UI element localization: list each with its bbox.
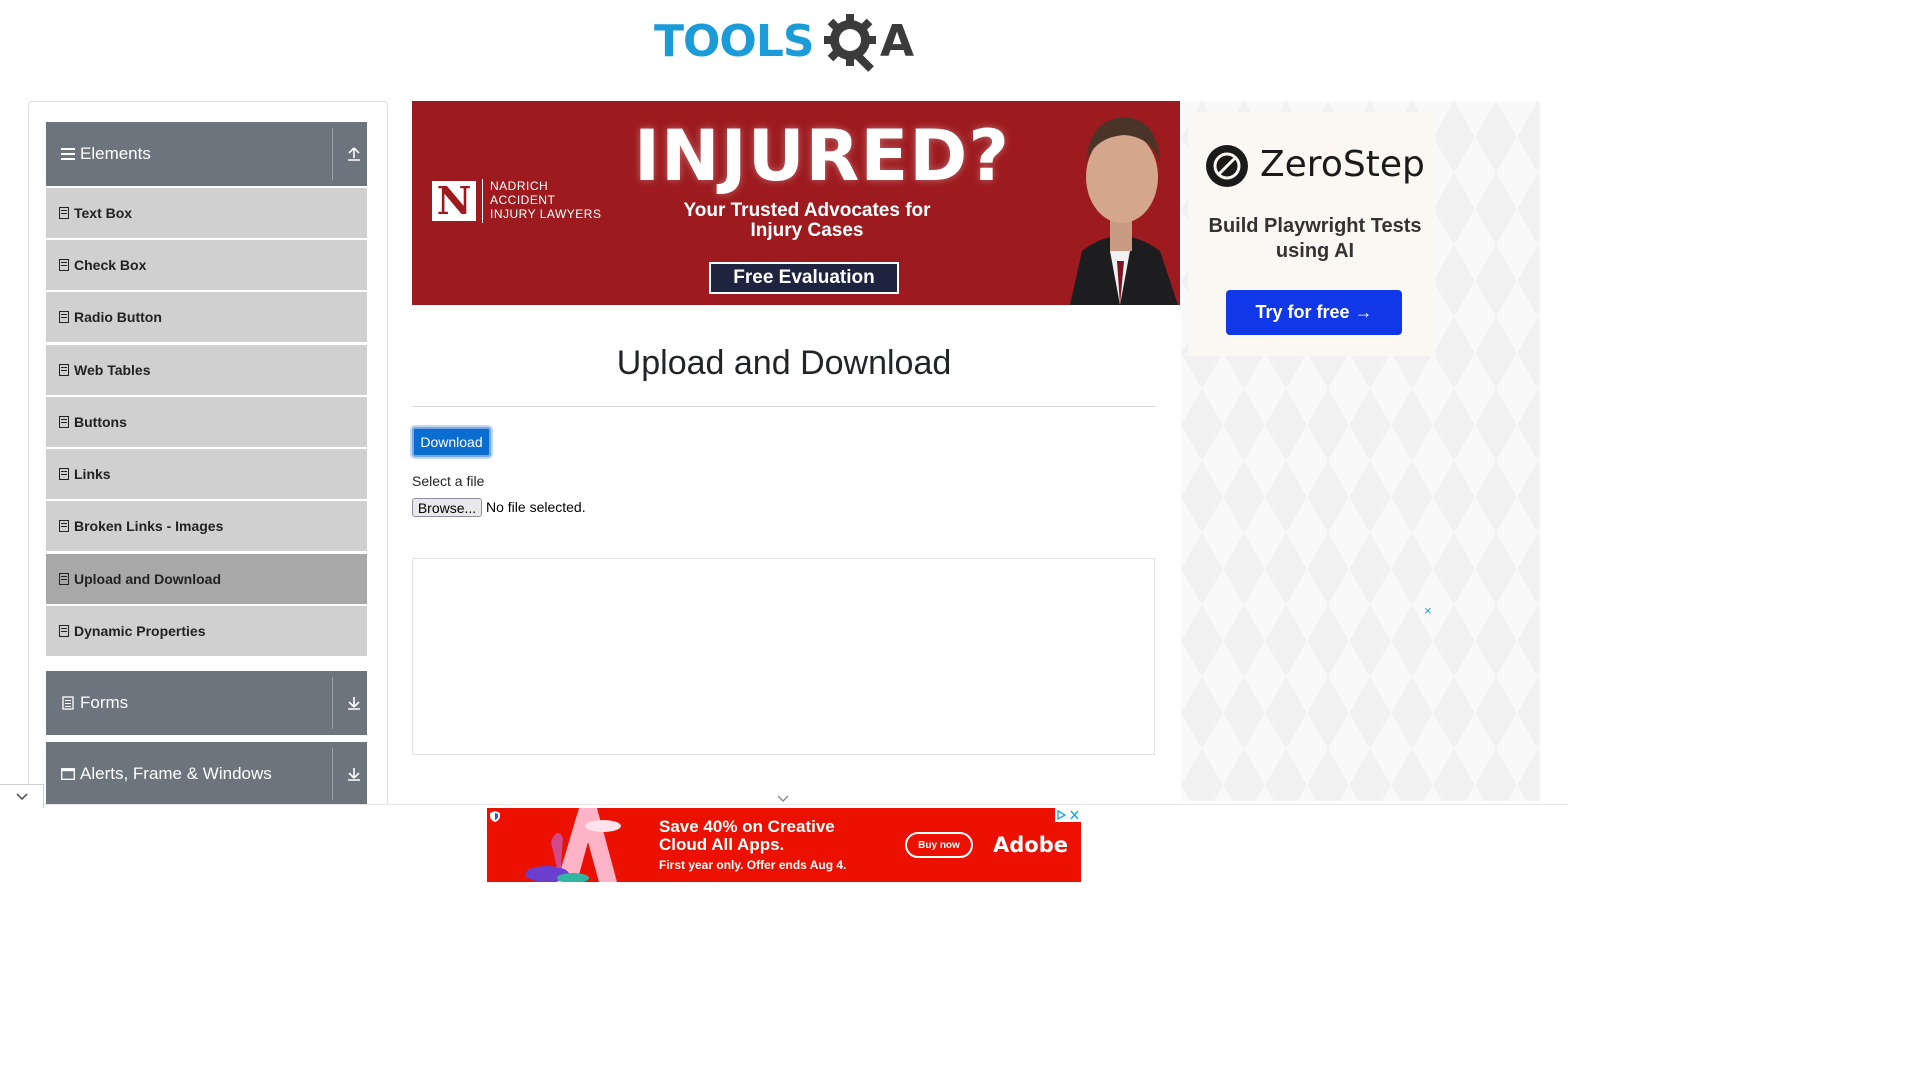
sidebar-item-text-box[interactable]: Text Box	[46, 188, 367, 238]
firm-name: NADRICH ACCIDENT INJURY LAWYERS	[490, 179, 602, 221]
list-icon	[58, 572, 70, 586]
divider	[482, 179, 483, 223]
list-icon	[58, 206, 70, 220]
list-icon	[58, 624, 70, 638]
window-icon	[60, 766, 76, 782]
ad-choices-badge[interactable]	[1055, 808, 1081, 822]
sidebar-item-buttons[interactable]: Buttons	[46, 397, 367, 447]
page-title: Upload and Download	[616, 344, 952, 382]
group-title: Alerts, Frame & Windows	[80, 764, 272, 783]
chevron-down-icon	[15, 792, 28, 800]
sidebar-item-links[interactable]: Links	[46, 449, 367, 499]
sidebar-item-upload-download[interactable]: Upload and Download	[46, 554, 367, 604]
adobe-brand: Adobe	[993, 833, 1068, 857]
download-arrow-icon[interactable]	[344, 693, 364, 713]
sidebar-item-check-box[interactable]: Check Box	[46, 240, 367, 290]
sidebar-item-label: Text Box	[74, 205, 133, 221]
sidebar-item-label: Upload and Download	[74, 571, 221, 587]
ad-placeholder-frame	[412, 558, 1155, 755]
ad-choices-icon	[1057, 809, 1067, 821]
lawyer-photo	[1060, 101, 1180, 305]
group-title: Forms	[80, 693, 129, 712]
sidebar-item-label: Broken Links - Images	[74, 518, 224, 534]
sidebar-item-label: Radio Button	[74, 309, 162, 325]
download-button[interactable]: Download	[412, 427, 491, 457]
sidebar-item-broken-links[interactable]: Broken Links - Images	[46, 501, 367, 551]
adobe-fineprint: First year only. Offer ends Aug 4.	[659, 858, 847, 872]
sidebar-item-dynamic-properties[interactable]: Dynamic Properties	[46, 606, 367, 656]
zerostep-ad[interactable]: ZeroStep Build Playwright Tests using AI…	[1188, 112, 1436, 356]
injury-lawyer-ad[interactable]: N NADRICH ACCIDENT INJURY LAWYERS INJURE…	[412, 101, 1180, 305]
list-icon	[58, 519, 70, 533]
sidebar-item-label: Buttons	[74, 414, 127, 430]
sidebar-item-label: Web Tables	[74, 362, 151, 378]
free-evaluation-button[interactable]: Free Evaluation	[709, 262, 899, 294]
list-icon	[58, 415, 70, 429]
close-icon[interactable]	[1068, 808, 1081, 822]
sidebar-item-label: Dynamic Properties	[74, 623, 206, 639]
group-header-forms[interactable]: Forms	[46, 671, 367, 735]
logo-a-text: A	[880, 16, 915, 67]
sidebar-item-radio-button[interactable]: Radio Button	[46, 292, 367, 342]
list-icon	[58, 363, 70, 377]
list-icon	[58, 467, 70, 481]
sidebar-item-label: Links	[74, 466, 111, 482]
download-arrow-icon[interactable]	[344, 764, 364, 784]
shield-icon	[490, 811, 500, 822]
group-title: Elements	[80, 144, 151, 163]
collapse-ad-button[interactable]	[0, 784, 44, 808]
list-icon	[58, 258, 70, 272]
browse-button[interactable]: Browse...	[412, 498, 482, 517]
zerostep-logo-icon	[1206, 145, 1248, 187]
sidebar-item-label: Check Box	[74, 257, 147, 273]
try-for-free-button[interactable]: Try for free →	[1226, 290, 1402, 335]
list-icon	[58, 310, 70, 324]
divider	[332, 128, 333, 180]
upload-arrow-icon[interactable]	[344, 144, 364, 164]
group-header-alerts[interactable]: Alerts, Frame & Windows	[46, 742, 367, 806]
creative-cloud-art	[525, 808, 621, 882]
buy-now-button[interactable]: Buy now	[905, 832, 973, 858]
adobe-ad[interactable]: Save 40% on Creative Cloud All Apps. Fir…	[487, 808, 1081, 882]
ad-subline: Your Trusted Advocates for Injury Cases	[683, 200, 931, 241]
close-ad-icon[interactable]: ×	[1424, 603, 1432, 618]
select-file-label: Select a file	[412, 473, 485, 489]
zerostep-tagline: Build Playwright Tests using AI	[1208, 215, 1422, 262]
divider	[412, 406, 1156, 407]
hamburger-icon	[60, 146, 76, 162]
divider	[332, 677, 333, 729]
logo-tools-text: TOOLS	[654, 16, 815, 67]
firm-logo-mark: N	[432, 181, 476, 221]
sidebar-item-web-tables[interactable]: Web Tables	[46, 345, 367, 395]
form-icon	[60, 695, 76, 711]
divider	[332, 748, 333, 800]
toolsqa-logo[interactable]: TOOLS A	[654, 12, 918, 74]
adobe-headline: Save 40% on Creative Cloud All Apps.	[659, 817, 835, 854]
file-status-text: No file selected.	[486, 499, 586, 515]
zerostep-brand: ZeroStep	[1260, 144, 1425, 185]
gear-magnifier-icon	[824, 14, 876, 72]
ad-headline: INJURED?	[634, 115, 1010, 197]
group-header-elements[interactable]: Elements	[46, 122, 367, 186]
